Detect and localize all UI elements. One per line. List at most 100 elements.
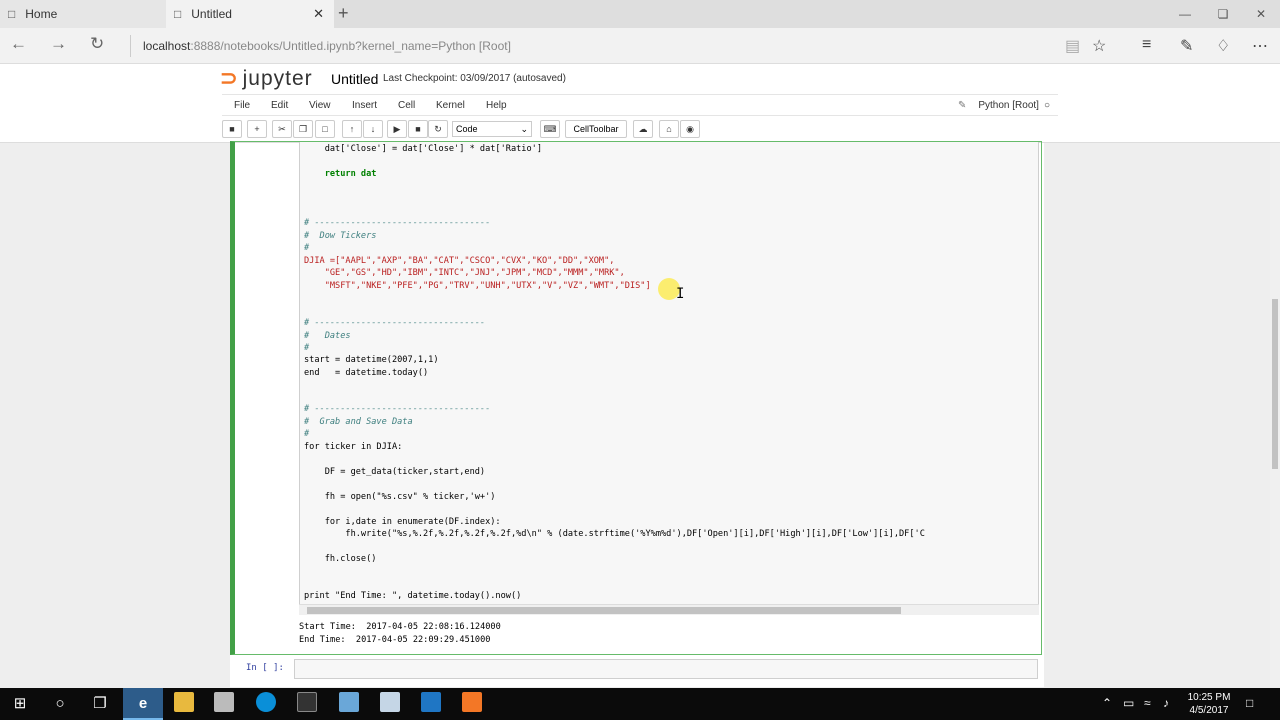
chevron-up-icon[interactable]: ⌃ bbox=[1102, 696, 1112, 710]
edit-pencil-icon: ✎ bbox=[957, 100, 967, 111]
jupyter-app-icon[interactable] bbox=[462, 692, 482, 712]
cell-type-value: Code bbox=[456, 124, 478, 134]
back-arrow-icon[interactable]: ← bbox=[10, 34, 27, 54]
video-icon[interactable]: ◉ bbox=[680, 120, 700, 138]
share-icon[interactable]: ♢ bbox=[1216, 36, 1230, 56]
code-line: print "End Time: ", datetime.today().now… bbox=[304, 591, 522, 601]
windows-start-icon[interactable]: ⊞ bbox=[8, 692, 32, 716]
volume-icon[interactable]: ♪ bbox=[1163, 696, 1169, 710]
home-icon[interactable]: ⌂ bbox=[659, 120, 679, 138]
notebook-body: dat['Close'] = dat['Close'] * dat['Ratio… bbox=[230, 141, 1044, 687]
store-icon[interactable] bbox=[214, 692, 234, 712]
forward-arrow-icon[interactable]: → bbox=[50, 34, 67, 54]
code-line: dat['Close'] = dat['Close'] * dat['Ratio… bbox=[304, 144, 542, 154]
notebook-toolbar: ■ + ✂ ❐ □ ↑ ↓ ▶ ■ ↻ Code ⌄ ⌨ CellToolbar … bbox=[222, 120, 1058, 140]
move-down-icon[interactable]: ↓ bbox=[363, 120, 383, 138]
battery-icon[interactable]: ▭ bbox=[1123, 696, 1134, 710]
code-line: end = datetime.today() bbox=[304, 368, 429, 378]
notification-icon[interactable]: □ bbox=[1246, 696, 1253, 710]
url-path: :8888/notebooks/Untitled.ipynb?kernel_na… bbox=[190, 39, 511, 53]
insert-cell-icon[interactable]: + bbox=[247, 120, 267, 138]
code-line: # Dow Tickers bbox=[304, 231, 377, 241]
skype-icon[interactable] bbox=[256, 692, 276, 712]
save-icon[interactable]: ■ bbox=[222, 120, 242, 138]
menu-help[interactable]: Help bbox=[486, 100, 507, 111]
upload-icon[interactable]: ☁ bbox=[633, 120, 653, 138]
wifi-icon[interactable]: ≈ bbox=[1144, 696, 1151, 710]
clock-time: 10:25 PM bbox=[1187, 692, 1231, 703]
horizontal-scrollbar[interactable] bbox=[299, 604, 1039, 615]
menu-kernel[interactable]: Kernel bbox=[436, 100, 465, 111]
maximize-button[interactable]: ❏ bbox=[1204, 0, 1242, 28]
input-prompt: In [ ]: bbox=[246, 663, 284, 673]
code-line: # --------------------------------- bbox=[304, 318, 486, 328]
page-icon: □ bbox=[174, 7, 182, 21]
browser-tab-strip: □ Home □ Untitled ✕ + — ❏ ✕ bbox=[0, 0, 1280, 28]
code-line: fh.write("%s,%.2f,%.2f,%.2f,%.2f,%d\n" %… bbox=[304, 529, 925, 539]
edge-taskbar-button[interactable]: e bbox=[123, 688, 163, 720]
checkpoint-status: Last Checkpoint: 03/09/2017 (autosaved) bbox=[383, 73, 566, 84]
jupyter-logo-text: jupyter bbox=[242, 67, 313, 90]
hub-icon[interactable]: ≡ bbox=[1142, 36, 1151, 54]
menu-file[interactable]: File bbox=[234, 100, 250, 111]
window-app-icon[interactable] bbox=[380, 692, 400, 712]
paste-icon[interactable]: □ bbox=[315, 120, 335, 138]
address-bar: ← → ↻ localhost:8888/notebooks/Untitled.… bbox=[0, 28, 1280, 64]
app-icon[interactable] bbox=[339, 692, 359, 712]
refresh-icon[interactable]: ↻ bbox=[90, 34, 104, 54]
cut-icon[interactable]: ✂ bbox=[272, 120, 292, 138]
tab-untitled[interactable]: □ Untitled ✕ bbox=[166, 0, 334, 28]
cell-type-select[interactable]: Code ⌄ bbox=[452, 121, 532, 137]
menu-insert[interactable]: Insert bbox=[352, 100, 377, 111]
minimize-button[interactable]: — bbox=[1166, 0, 1204, 28]
stop-icon[interactable]: ■ bbox=[408, 120, 428, 138]
code-line: start = datetime(2007,1,1) bbox=[304, 355, 439, 365]
scrollbar-thumb[interactable] bbox=[307, 607, 901, 614]
favorite-star-icon[interactable]: ☆ bbox=[1092, 36, 1106, 56]
selected-code-cell[interactable]: dat['Close'] = dat['Close'] * dat['Ratio… bbox=[230, 141, 1042, 655]
menu-cell[interactable]: Cell bbox=[398, 100, 415, 111]
url-host: localhost bbox=[143, 39, 191, 53]
chevron-down-icon: ⌄ bbox=[520, 124, 528, 134]
code-line: fh = open("%s.csv" % ticker,'w+') bbox=[304, 492, 496, 502]
code-line: for ticker in DJIA: bbox=[304, 442, 403, 452]
command-palette-icon[interactable]: ⌨ bbox=[540, 120, 560, 138]
vertical-scrollbar[interactable] bbox=[1270, 143, 1280, 687]
url-input[interactable]: localhost:8888/notebooks/Untitled.ipynb?… bbox=[130, 35, 1030, 57]
terminal-icon[interactable] bbox=[297, 692, 317, 712]
more-icon[interactable]: ⋯ bbox=[1252, 36, 1268, 56]
text-editor-icon[interactable] bbox=[421, 692, 441, 712]
notebook-title[interactable]: Untitled bbox=[331, 71, 378, 87]
edge-icon: e bbox=[138, 695, 148, 712]
scrollbar-thumb[interactable] bbox=[1272, 299, 1278, 469]
task-view-icon[interactable]: ❐ bbox=[88, 692, 112, 716]
code-line: # bbox=[304, 429, 310, 439]
jupyter-logo[interactable]: ⊃ jupyter bbox=[220, 66, 313, 91]
clock-date: 4/5/2017 bbox=[1189, 705, 1229, 716]
code-editor[interactable]: dat['Close'] = dat['Close'] * dat['Ratio… bbox=[299, 142, 1039, 615]
menu-view[interactable]: View bbox=[309, 100, 331, 111]
code-line: # bbox=[304, 243, 310, 253]
kernel-name: Python [Root] bbox=[978, 100, 1039, 111]
cortana-icon[interactable]: ○ bbox=[48, 692, 72, 716]
tab-untitled-label: Untitled bbox=[191, 7, 232, 21]
menu-edit[interactable]: Edit bbox=[271, 100, 288, 111]
jupyter-logo-icon: ⊃ bbox=[220, 67, 239, 90]
copy-icon[interactable]: ❐ bbox=[293, 120, 313, 138]
code-line: # Dates bbox=[304, 331, 351, 341]
close-window-button[interactable]: ✕ bbox=[1242, 0, 1280, 28]
celltoolbar-button[interactable]: CellToolbar bbox=[565, 120, 627, 138]
web-note-icon[interactable]: ✎ bbox=[1180, 36, 1193, 56]
file-explorer-icon[interactable] bbox=[174, 692, 194, 712]
empty-code-cell[interactable] bbox=[294, 659, 1038, 679]
close-tab-icon[interactable]: ✕ bbox=[313, 6, 324, 22]
output-end-time: End Time: 2017-04-05 22:09:29.451000 bbox=[299, 635, 491, 645]
new-tab-button[interactable]: + bbox=[338, 3, 349, 24]
clock[interactable]: 10:25 PM 4/5/2017 bbox=[1184, 691, 1234, 717]
move-up-icon[interactable]: ↑ bbox=[342, 120, 362, 138]
run-cell-icon[interactable]: ▶ bbox=[387, 120, 407, 138]
menubar: File Edit View Insert Cell Kernel Help ✎… bbox=[222, 94, 1058, 116]
reading-view-icon[interactable]: ▤ bbox=[1065, 36, 1080, 56]
tab-home[interactable]: □ Home bbox=[0, 0, 166, 28]
restart-icon[interactable]: ↻ bbox=[428, 120, 448, 138]
